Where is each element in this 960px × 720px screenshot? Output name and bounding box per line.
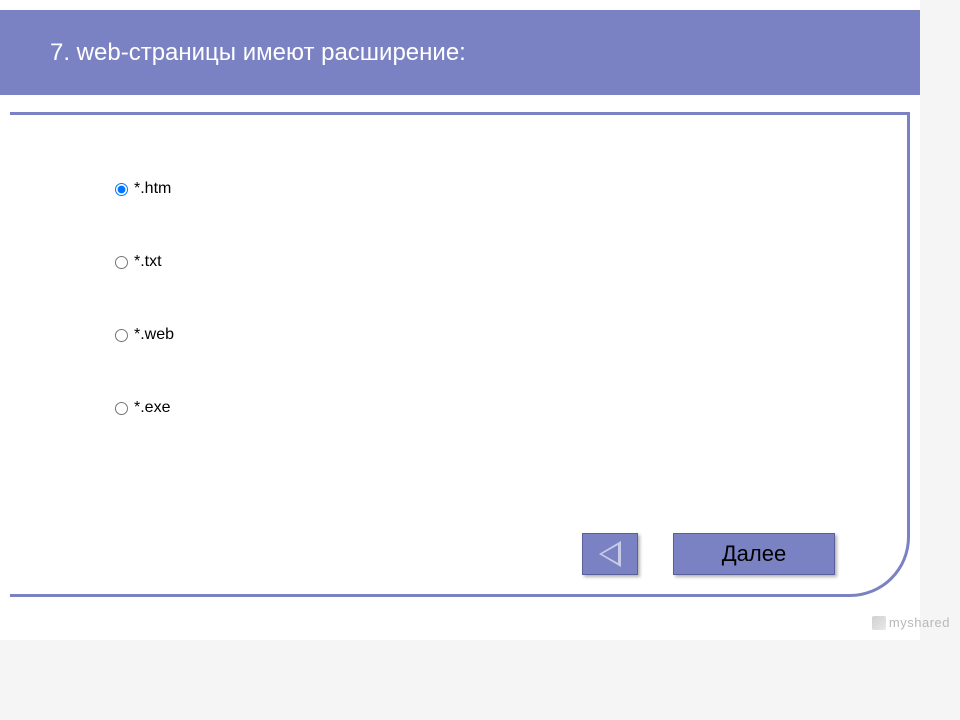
radio-option-3[interactable] <box>115 329 128 342</box>
option-label: *.htm <box>134 180 171 198</box>
question-title: 7. web-страницы имеют расширение: <box>50 39 466 67</box>
option-row: *.htm <box>115 180 174 198</box>
radio-option-4[interactable] <box>115 402 128 415</box>
watermark-text: myshared <box>889 615 950 630</box>
option-row: *.txt <box>115 253 174 271</box>
back-button[interactable] <box>582 533 638 575</box>
radio-option-2[interactable] <box>115 256 128 269</box>
next-button[interactable]: Далее <box>673 533 835 575</box>
navigation-area: Далее <box>582 533 835 575</box>
back-arrow-icon <box>599 541 621 567</box>
options-list: *.htm *.txt *.web *.exe <box>115 180 174 472</box>
option-label: *.exe <box>134 399 170 417</box>
radio-option-1[interactable] <box>115 183 128 196</box>
slide-container: 7. web-страницы имеют расширение: *.htm … <box>0 0 920 640</box>
option-row: *.web <box>115 326 174 344</box>
watermark-icon <box>872 616 886 630</box>
option-label: *.txt <box>134 253 162 271</box>
question-header: 7. web-страницы имеют расширение: <box>0 10 920 95</box>
watermark: myshared <box>872 615 950 630</box>
option-row: *.exe <box>115 399 174 417</box>
option-label: *.web <box>134 326 174 344</box>
